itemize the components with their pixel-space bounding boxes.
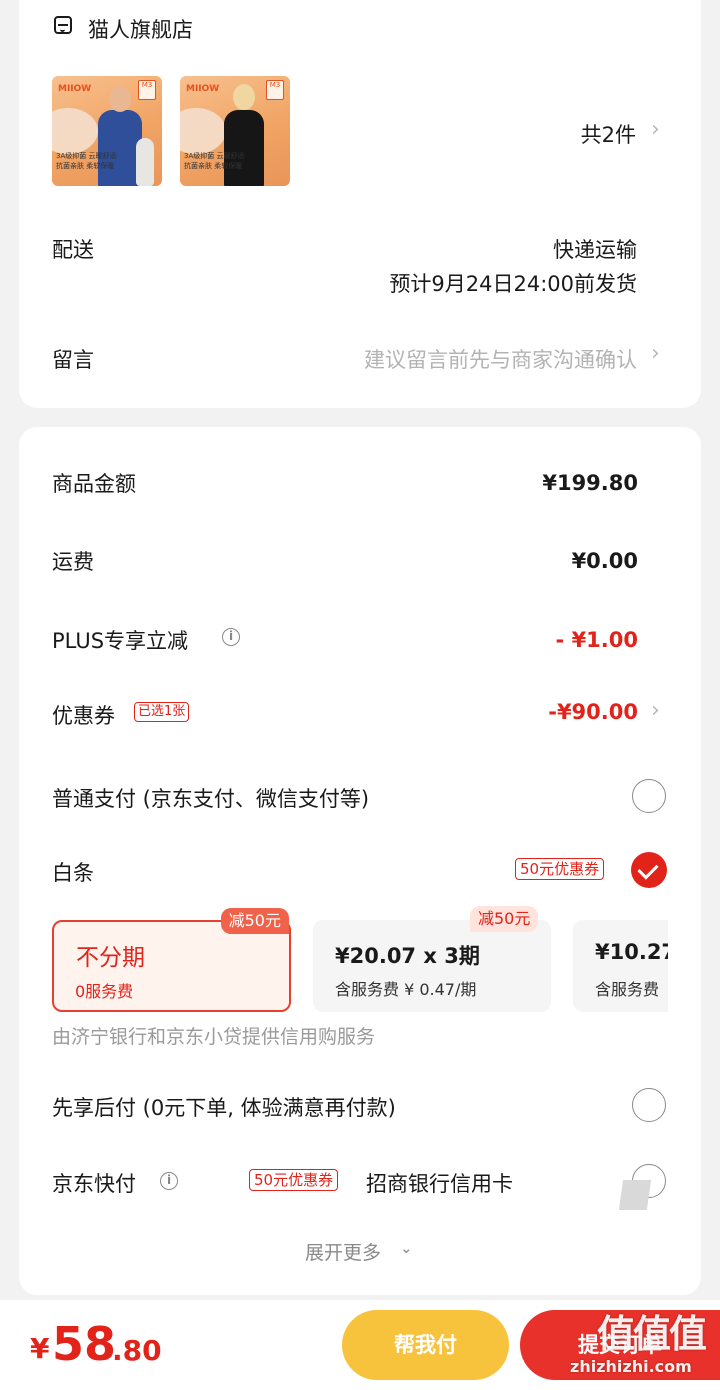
size-tag: M3 [138, 80, 156, 100]
plus-discount-label: PLUS专享立减 [52, 629, 189, 653]
brand-logo: MIIOW [186, 84, 220, 94]
size-tag: M3 [266, 80, 284, 100]
info-icon[interactable]: i [160, 1172, 178, 1190]
product-figure-head [233, 84, 255, 110]
price-integer: 58 [52, 1317, 117, 1371]
shipping-value: ¥0.00 [571, 549, 638, 573]
plan-title: 不分期 [76, 945, 145, 971]
paylater-label[interactable]: 先享后付 (0元下单, 体验满意再付款) [52, 1092, 396, 1122]
product-figure-body [224, 110, 264, 186]
plan-discount-tag: 减50元 [220, 908, 289, 934]
coupon-label: 优惠券 [52, 704, 115, 728]
baitiao-radio-checked[interactable] [631, 852, 667, 888]
chevron-right-icon[interactable]: › [651, 341, 660, 366]
paylater-radio[interactable] [632, 1088, 666, 1122]
plan-title: ¥20.07 x 3期 [335, 944, 480, 968]
info-icon[interactable]: i [222, 628, 240, 646]
quickpay-label[interactable]: 京东快付 [52, 1168, 136, 1198]
normal-pay-radio[interactable] [632, 779, 666, 813]
chevron-right-icon[interactable]: › [651, 698, 660, 723]
baitiao-label[interactable]: 白条 [52, 857, 94, 887]
coupon-value[interactable]: -¥90.00 [548, 700, 638, 724]
message-input[interactable]: 建议留言前先与商家沟通确认 [364, 344, 637, 374]
quickpay-bank[interactable]: 招商银行信用卡 [366, 1168, 522, 1198]
plan-option-more-periods[interactable]: ¥10.27 含服务费 [573, 920, 668, 1012]
goods-amount-value: ¥199.80 [542, 471, 638, 495]
product-figure-child [136, 138, 154, 186]
expand-more-label[interactable]: 展开更多 [305, 1238, 381, 1265]
store-name[interactable]: 猫人旗舰店 [88, 14, 193, 44]
price-decimal: .80 [112, 1334, 162, 1367]
loading-overlay-icon [618, 1180, 652, 1210]
delivery-label: 配送 [52, 238, 94, 262]
product-caption: 3A级抑菌 云暖舒适 [56, 152, 117, 160]
help-pay-button[interactable]: 帮我付 [342, 1310, 509, 1380]
brand-logo: MIIOW [58, 84, 92, 94]
message-label: 留言 [52, 348, 94, 372]
goods-amount-label: 商品金额 [52, 472, 136, 496]
product-caption-secondary: 抗菌亲肤 柔软保暖 [56, 162, 115, 170]
price-currency: ¥ [30, 1332, 50, 1365]
normal-pay-label[interactable]: 普通支付 (京东支付、微信支付等) [52, 783, 369, 813]
product-fabric-swatch [180, 108, 226, 154]
watermark-domain: zhizhizhi.com [570, 1357, 692, 1376]
plus-discount-value: - ¥1.00 [555, 628, 638, 652]
plan-subtitle: 0服务费 [75, 982, 134, 1001]
plan-title: ¥10.27 [595, 940, 668, 964]
chevron-down-icon[interactable]: ⌄ [400, 1239, 413, 1257]
item-count[interactable]: 共2件 [581, 119, 636, 149]
plan-subtitle: 含服务费 [595, 980, 660, 999]
watermark-logo: 值值值 [597, 1312, 707, 1356]
product-figure-head [109, 86, 131, 112]
chevron-right-icon[interactable]: › [651, 117, 660, 142]
product-caption-secondary: 抗菌亲肤 柔软保暖 [184, 162, 243, 170]
coupon-selected-badge: 已选1张 [134, 702, 190, 722]
product-thumbnail-1[interactable]: MIIOW M3 3A级抑菌 云暖舒适 抗菌亲肤 柔软保暖 [52, 76, 162, 186]
store-icon [54, 16, 72, 34]
baitiao-coupon-badge: 50元优惠券 [515, 858, 605, 880]
delivery-estimate: 预计9月24日24:00前发货 [389, 272, 637, 296]
plan-subtitle: 含服务费 ¥ 0.47/期 [335, 980, 477, 999]
plan-discount-tag: 减50元 [470, 906, 539, 932]
product-fabric-swatch [52, 108, 98, 154]
plan-option-no-installment[interactable]: 减50元 不分期 0服务费 [52, 908, 291, 1012]
quickpay-coupon-badge: 50元优惠券 [249, 1169, 339, 1191]
plan-option-clip: ¥10.27 含服务费 [573, 920, 668, 1012]
credit-note: 由济宁银行和京东小贷提供信用购服务 [52, 1026, 376, 1048]
delivery-method[interactable]: 快递运输 [553, 234, 637, 264]
plan-option-3-periods[interactable]: 减50元 ¥20.07 x 3期 含服务费 ¥ 0.47/期 [313, 906, 551, 1012]
shipping-label: 运费 [52, 550, 94, 574]
product-thumbnail-2[interactable]: MIIOW M3 3A级抑菌 云暖舒适 抗菌亲肤 柔软保暖 [180, 76, 290, 186]
product-caption: 3A级抑菌 云暖舒适 [184, 152, 245, 160]
